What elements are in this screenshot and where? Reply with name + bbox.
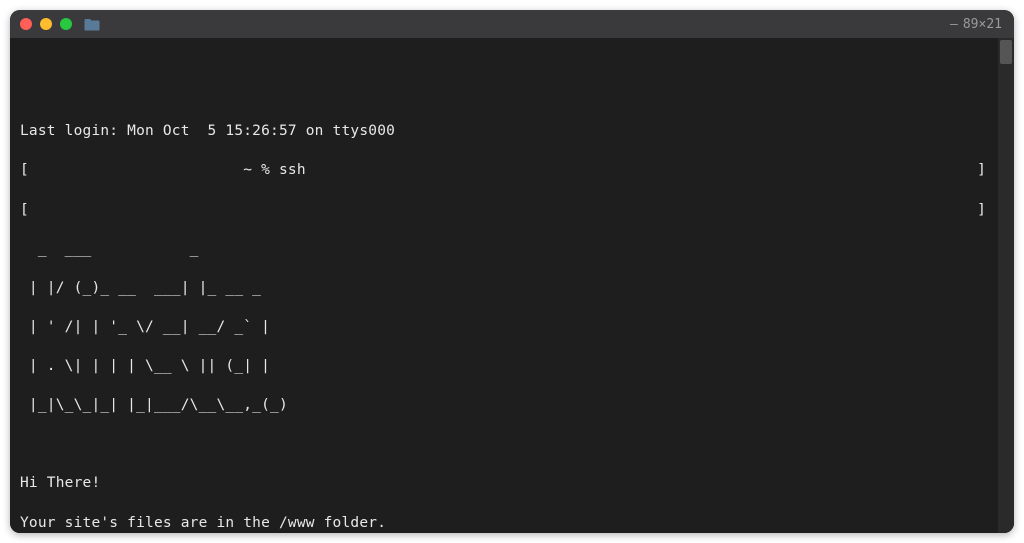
ascii-art-line: | |/ (_)_ __ ___| |_ __ _ xyxy=(20,279,1004,299)
greeting: Hi There! xyxy=(20,474,1004,494)
titlebar: — 89×21 xyxy=(10,10,1014,38)
cmd-line-1: [ ~ % ssh ] xyxy=(20,161,1004,181)
cmd-line-2: [] xyxy=(20,201,1004,221)
terminal-body[interactable]: Last login: Mon Oct 5 15:26:57 on ttys00… xyxy=(10,38,1014,533)
dimensions-text: 89×21 xyxy=(963,17,1002,32)
traffic-lights xyxy=(20,18,72,30)
maximize-button[interactable] xyxy=(60,18,72,30)
cmd-left: [ ~ % ssh xyxy=(20,162,315,178)
terminal-window: — 89×21 Last login: Mon Oct 5 15:26:57 o… xyxy=(10,10,1014,533)
close-button[interactable] xyxy=(20,18,32,30)
dash: — xyxy=(950,17,957,32)
folder-icon xyxy=(84,18,100,31)
last-login-local: Last login: Mon Oct 5 15:26:57 on ttys00… xyxy=(20,122,1004,142)
cmd-left: [ xyxy=(20,202,29,218)
ascii-art-line: |_|\_\_|_| |_|___/\__\__,_(_) xyxy=(20,396,1004,416)
window-dimensions: — 89×21 xyxy=(950,17,1002,32)
minimize-button[interactable] xyxy=(40,18,52,30)
ascii-art-line: _ ___ _ xyxy=(20,240,1004,260)
cmd-right: ] xyxy=(977,161,1004,181)
ascii-art-line: | ' /| | '_ \/ __| __/ _` | xyxy=(20,318,1004,338)
terminal-content: Last login: Mon Oct 5 15:26:57 on ttys00… xyxy=(20,103,1004,533)
ascii-art-line: | . \| | | | \__ \ || (_| | xyxy=(20,357,1004,377)
scrollbar-thumb[interactable] xyxy=(1000,40,1012,64)
msg-files: Your site's files are in the /www folder… xyxy=(20,514,1004,534)
cmd-right: ] xyxy=(977,201,1004,221)
blank-line xyxy=(20,435,1004,455)
